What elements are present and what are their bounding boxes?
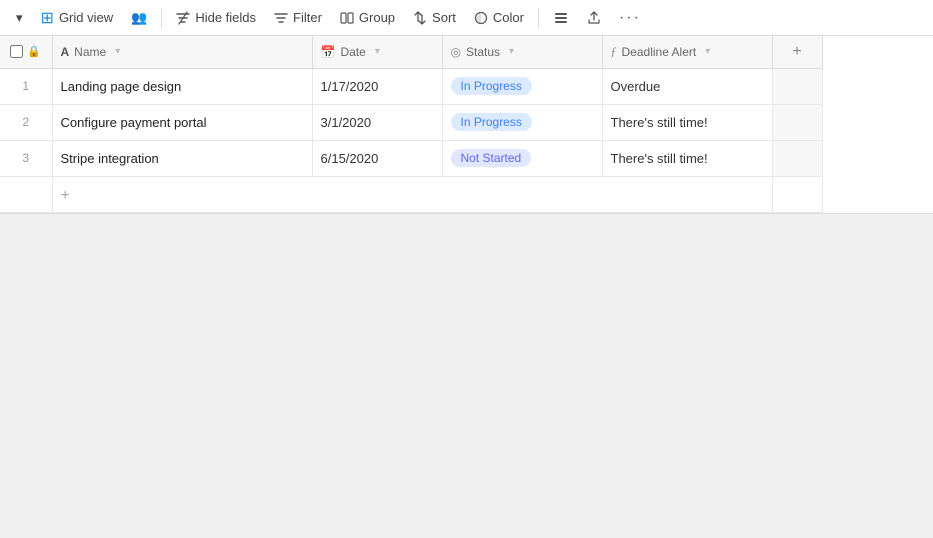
row-2-date[interactable]: 3/1/2020: [312, 104, 442, 140]
table-row: 2 Configure payment portal 3/1/2020 In P…: [0, 104, 822, 140]
separator-1: [161, 8, 162, 28]
color-label: Color: [493, 10, 524, 25]
select-all-checkbox[interactable]: [10, 45, 23, 58]
deadline-col-chevron: ▾: [705, 46, 710, 57]
status-col-icon: ◎: [451, 45, 461, 59]
people-button[interactable]: 👥: [123, 6, 155, 30]
row-number-1: 1: [22, 79, 29, 93]
sort-icon: [413, 10, 427, 26]
filter-icon: [274, 10, 288, 26]
row-num-2: 2: [0, 104, 52, 140]
row-3-date-text: 6/15/2020: [321, 151, 379, 166]
filter-label: Filter: [293, 10, 322, 25]
date-col-chevron: ▾: [375, 46, 380, 57]
col-header-checkbox[interactable]: 🔒: [0, 36, 52, 68]
add-row-extra: [772, 176, 822, 212]
sort-button[interactable]: Sort: [405, 6, 464, 30]
table-header-row: 🔒 A Name ▾ 📅 Date ▾: [0, 36, 822, 68]
share-button[interactable]: [579, 6, 609, 30]
dropdown-arrow-button[interactable]: ▾: [8, 6, 31, 30]
table-row: 3 Stripe integration 6/15/2020 Not Start…: [0, 140, 822, 176]
add-col-icon: +: [792, 43, 801, 60]
empty-area: [0, 214, 933, 514]
share-icon: [587, 10, 601, 26]
more-button[interactable]: ···: [611, 5, 649, 31]
filter-button[interactable]: Filter: [266, 6, 330, 30]
row-2-date-text: 3/1/2020: [321, 115, 372, 130]
row-2-extra: [772, 104, 822, 140]
status-col-label: Status: [466, 45, 500, 59]
row-1-status-badge: In Progress: [451, 77, 532, 95]
row-3-extra: [772, 140, 822, 176]
name-col-chevron: ▾: [115, 46, 120, 57]
add-row-icon: +: [61, 187, 70, 204]
row-number-3: 3: [22, 151, 29, 165]
dropdown-arrow-icon: ▾: [16, 10, 23, 26]
separator-2: [538, 8, 539, 28]
row-2-name-text: Configure payment portal: [61, 115, 207, 130]
date-col-icon: 📅: [321, 45, 336, 59]
color-button[interactable]: Color: [466, 6, 532, 30]
row-1-name-text: Landing page design: [61, 79, 182, 94]
date-col-label: Date: [340, 45, 365, 59]
add-row-button[interactable]: +: [52, 176, 772, 212]
col-header-deadline[interactable]: ƒ Deadline Alert ▾: [602, 36, 772, 68]
more-icon: ···: [619, 9, 641, 27]
deadline-col-icon: ƒ: [611, 44, 617, 59]
row-1-deadline[interactable]: Overdue: [602, 68, 772, 104]
group-icon: [340, 10, 354, 26]
name-col-label: Name: [74, 45, 106, 59]
row-3-status[interactable]: Not Started: [442, 140, 602, 176]
table-row: 1 Landing page design 1/17/2020 In Progr…: [0, 68, 822, 104]
row-3-name-text: Stripe integration: [61, 151, 159, 166]
row-number-2: 2: [22, 115, 29, 129]
col-header-date[interactable]: 📅 Date ▾: [312, 36, 442, 68]
row-num-3: 3: [0, 140, 52, 176]
group-button[interactable]: Group: [332, 6, 403, 30]
row-2-status[interactable]: In Progress: [442, 104, 602, 140]
row-1-deadline-text: Overdue: [611, 79, 661, 94]
row-3-deadline[interactable]: There's still time!: [602, 140, 772, 176]
lock-icon: 🔒: [27, 45, 41, 58]
grid-view-label: Grid view: [59, 10, 113, 25]
sort-label: Sort: [432, 10, 456, 25]
people-icon: 👥: [131, 10, 147, 26]
col-header-status[interactable]: ◎ Status ▾: [442, 36, 602, 68]
toolbar: ▾ ⊞ Grid view 👥 Hide fields Filter: [0, 0, 933, 36]
row-3-deadline-text: There's still time!: [611, 151, 708, 166]
row-1-status[interactable]: In Progress: [442, 68, 602, 104]
hide-fields-label: Hide fields: [195, 10, 256, 25]
row-3-date[interactable]: 6/15/2020: [312, 140, 442, 176]
row-3-status-badge: Not Started: [451, 149, 532, 167]
row-2-deadline-text: There's still time!: [611, 115, 708, 130]
lines-button[interactable]: [545, 5, 577, 30]
col-header-name[interactable]: A Name ▾: [52, 36, 312, 68]
row-1-name[interactable]: Landing page design: [52, 68, 312, 104]
add-row[interactable]: +: [0, 176, 822, 212]
add-row-num: [0, 176, 52, 212]
status-col-chevron: ▾: [509, 46, 514, 57]
grid-view-icon: ⊞: [41, 8, 54, 28]
row-1-extra: [772, 68, 822, 104]
row-1-date[interactable]: 1/17/2020: [312, 68, 442, 104]
col-header-add[interactable]: +: [772, 36, 822, 68]
main-table: 🔒 A Name ▾ 📅 Date ▾: [0, 36, 823, 213]
name-col-icon: A: [61, 45, 70, 59]
row-1-date-text: 1/17/2020: [321, 79, 379, 94]
hide-fields-icon: [176, 10, 190, 26]
hide-fields-button[interactable]: Hide fields: [168, 6, 264, 30]
row-num-1: 1: [0, 68, 52, 104]
lines-icon: [553, 9, 569, 26]
row-2-deadline[interactable]: There's still time!: [602, 104, 772, 140]
group-label: Group: [359, 10, 395, 25]
row-3-name[interactable]: Stripe integration: [52, 140, 312, 176]
color-icon: [474, 10, 488, 26]
row-2-status-badge: In Progress: [451, 113, 532, 131]
row-2-name[interactable]: Configure payment portal: [52, 104, 312, 140]
grid-view-button[interactable]: ⊞ Grid view: [33, 4, 122, 32]
table-container: 🔒 A Name ▾ 📅 Date ▾: [0, 36, 933, 214]
deadline-col-label: Deadline Alert: [622, 45, 697, 59]
